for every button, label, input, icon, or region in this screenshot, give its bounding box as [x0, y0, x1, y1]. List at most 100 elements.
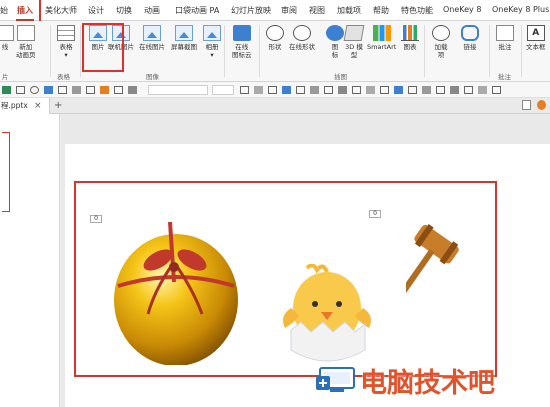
tab-slideshow[interactable]: 幻灯片放映: [231, 5, 271, 16]
smartart-button[interactable]: SmartArt: [367, 25, 396, 51]
online-image-button[interactable]: 在线图片: [139, 25, 165, 51]
document-tab[interactable]: 程.pptx ×: [0, 98, 50, 114]
toolbar-icon[interactable]: [58, 86, 67, 94]
toolbar-icon[interactable]: [324, 86, 333, 94]
addins-icon: [432, 25, 450, 41]
size-dropdown[interactable]: [212, 85, 234, 95]
new-slide-button[interactable]: 线: [0, 25, 14, 51]
animation-page-icon: [16, 25, 35, 41]
slide-icon: [0, 25, 14, 41]
tab-help[interactable]: 帮助: [373, 5, 389, 16]
toolbar-icon[interactable]: [478, 86, 487, 94]
toolbar-icon[interactable]: [240, 86, 249, 94]
3d-model-button[interactable]: 3D 模 型: [343, 25, 365, 59]
toolbar-icon[interactable]: [296, 86, 305, 94]
group-separator: [224, 25, 225, 77]
tab-animations[interactable]: 动画: [144, 5, 160, 16]
toolbar-icon[interactable]: [128, 86, 137, 94]
toolbar-icon[interactable]: [310, 86, 319, 94]
quick-access-toolbar: [0, 82, 550, 98]
group-label-slides: 片: [2, 73, 9, 81]
document-tab-name: 程.pptx: [1, 101, 28, 110]
link-button[interactable]: 链接: [461, 25, 479, 51]
toolbar-icon[interactable]: [492, 86, 501, 94]
table-icon: [57, 25, 75, 41]
group-separator: [50, 25, 51, 77]
screenshot-icon: [175, 25, 193, 41]
chart-icon: [401, 25, 419, 41]
highlight-slide-objects: [74, 181, 497, 377]
toolbar-icon[interactable]: [380, 86, 389, 94]
toolbar-icon[interactable]: [408, 86, 417, 94]
ribbon-tab-bar: 始 插入 美化大师 设计 切换 动画 口袋动画 PA 幻灯片放映 审阅 视图 加…: [0, 0, 550, 21]
settings-icon[interactable]: [537, 100, 546, 110]
tab-featured[interactable]: 特色功能: [401, 5, 433, 16]
chart-button[interactable]: 图表: [401, 25, 419, 51]
toolbar-icon[interactable]: [16, 86, 25, 94]
online-shapes-icon: [293, 25, 311, 41]
toolbar-icon[interactable]: [86, 86, 95, 94]
toolbar-icon[interactable]: [30, 86, 39, 94]
close-icon[interactable]: ×: [34, 98, 42, 114]
tab-view[interactable]: 视图: [309, 5, 325, 16]
cube-icon: [343, 25, 365, 41]
watermark-logo-icon: [316, 367, 355, 392]
toolbar-icon[interactable]: [44, 86, 53, 94]
textbox-icon: A: [526, 25, 545, 41]
toolbar-icon[interactable]: [282, 86, 291, 94]
toolbar-icon[interactable]: [422, 86, 431, 94]
add-tab-icon[interactable]: +: [54, 98, 62, 113]
smartart-icon: [372, 25, 391, 41]
toolbar-icon[interactable]: [268, 86, 277, 94]
icons-button[interactable]: 图 标: [326, 25, 344, 59]
toolbar-icon[interactable]: [436, 86, 445, 94]
icons-icon: [326, 25, 344, 41]
textbox-button[interactable]: A 文本框: [526, 25, 546, 51]
toolbar-icon[interactable]: [366, 86, 375, 94]
add-animation-page-button[interactable]: 新加 动画页: [16, 25, 36, 59]
font-dropdown[interactable]: [148, 85, 208, 95]
cloud-icon: [232, 25, 251, 41]
watermark-text: 电脑技术吧: [360, 368, 495, 399]
group-label-illustrations: 插图: [334, 73, 347, 81]
group-separator: [424, 25, 425, 77]
online-image-icon: [143, 25, 161, 41]
group-separator: [259, 25, 260, 77]
toolbar-icon[interactable]: [464, 86, 473, 94]
toolbar-icon[interactable]: [352, 86, 361, 94]
tab-addins[interactable]: 加载项: [337, 5, 361, 16]
toolbar-icon[interactable]: [254, 86, 263, 94]
highlight-picture-button: [82, 23, 124, 72]
addins-button[interactable]: 加载 项: [432, 25, 450, 59]
toolbar-icon[interactable]: [338, 86, 347, 94]
tab-transitions[interactable]: 切换: [116, 5, 132, 16]
album-button[interactable]: 相册 ▾: [203, 25, 221, 59]
tab-beautify[interactable]: 美化大师: [45, 5, 77, 16]
toolbar-icon[interactable]: [72, 86, 81, 94]
document-tab-bar: 程.pptx × +: [0, 98, 550, 114]
panel-icon[interactable]: [522, 100, 531, 110]
tab-design[interactable]: 设计: [88, 5, 104, 16]
comment-icon: [496, 25, 514, 41]
toolbar-icon[interactable]: [394, 86, 403, 94]
toolbar-icon[interactable]: [114, 86, 123, 94]
tab-onekey8[interactable]: OneKey 8: [443, 5, 481, 14]
tab-pocket-animation[interactable]: 口袋动画 PA: [175, 5, 219, 16]
tab-onekey8-plus[interactable]: OneKey 8 Plus: [492, 5, 549, 14]
toolbar-icon[interactable]: [100, 86, 109, 94]
link-icon: [461, 25, 479, 41]
screenshot-button[interactable]: 屏幕截图: [171, 25, 197, 51]
shapes-button[interactable]: 形状: [266, 25, 284, 51]
toolbar-icon[interactable]: [2, 86, 11, 94]
group-label-comments: 批注: [498, 73, 511, 81]
table-button[interactable]: 表格 ▾: [57, 25, 75, 59]
comment-button[interactable]: 批注: [496, 25, 514, 51]
online-shapes-button[interactable]: 在线形状: [289, 25, 315, 51]
album-icon: [203, 25, 221, 41]
group-separator: [521, 25, 522, 77]
tab-review[interactable]: 审阅: [281, 5, 297, 16]
online-icons-button[interactable]: 在线 图标云: [232, 25, 252, 59]
slide-thumbnail[interactable]: [2, 132, 10, 212]
toolbar-icon[interactable]: [450, 86, 459, 94]
group-label-tables: 表格: [57, 73, 70, 81]
